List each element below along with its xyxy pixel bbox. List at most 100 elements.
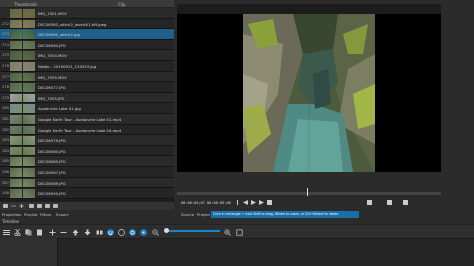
tab-source[interactable]: Source xyxy=(181,212,194,217)
playlist-row[interactable]: 272 DSC06563_stitch2_levels01.tiff.jpeg xyxy=(0,18,174,30)
playlist-row[interactable]: 283 DSC06579.JPG xyxy=(0,135,174,146)
in-thumbnail xyxy=(10,178,22,188)
out-thumbnail xyxy=(23,51,35,60)
view-icons-icon[interactable] xyxy=(53,204,58,208)
zoom-fit-icon[interactable] xyxy=(236,228,243,236)
playlist-menu-icon[interactable] xyxy=(3,204,8,208)
shotcut-window: Thumbnails Clip IMG_7501.MOV 272 DSC06563_… xyxy=(0,0,474,266)
playlist-row[interactable]: 275 IMG_7504.MOV xyxy=(0,50,174,61)
timeline-zoom-slider[interactable] xyxy=(166,230,220,232)
in-thumbnail xyxy=(10,146,22,156)
ripple-all-tracks-icon[interactable] xyxy=(140,228,147,236)
playlist-row[interactable]: IMG_7501.MOV xyxy=(0,8,174,19)
out-thumbnail xyxy=(23,167,35,177)
zoom-out-icon[interactable] xyxy=(152,228,159,236)
in-thumbnail xyxy=(10,114,22,124)
playlist-row[interactable]: 287 DSC06589.JPG xyxy=(0,177,174,189)
clip-name: DSC06590.JPG xyxy=(38,191,66,197)
playlist-row[interactable]: 279 IMG_7505.JPG xyxy=(0,92,174,104)
overwrite-icon[interactable] xyxy=(84,229,91,236)
update-icon[interactable] xyxy=(29,204,34,208)
split-icon[interactable] xyxy=(96,229,103,236)
row-number: 282 xyxy=(2,127,9,132)
row-number: 279 xyxy=(2,95,9,100)
fast-forward-icon[interactable] xyxy=(259,200,264,205)
playlist-row[interactable]: 276 Waldo - 20190911_134533.jpg xyxy=(0,60,174,72)
out-thumbnail xyxy=(23,178,35,188)
video-image xyxy=(243,14,375,172)
ripple-icon[interactable] xyxy=(129,228,136,236)
zoom-in-icon[interactable] xyxy=(224,228,231,236)
viewer-scrubber[interactable] xyxy=(177,188,441,196)
out-thumbnail xyxy=(23,136,35,145)
skip-previous-icon[interactable] xyxy=(237,200,238,205)
playlist-row[interactable]: 286 DSC06587.JPG xyxy=(0,166,174,178)
playlist-row[interactable]: 274 DSC06564.JPG xyxy=(0,39,174,51)
view-tiles-icon[interactable] xyxy=(45,204,50,208)
clip-name: IMG_7505.JPG xyxy=(38,95,65,101)
skip-next-icon[interactable] xyxy=(267,200,272,205)
row-number: 272 xyxy=(2,21,9,26)
playlist-row[interactable]: 277 IMG_7505.MOV xyxy=(0,71,174,83)
row-number: 285 xyxy=(2,159,9,164)
tab-project[interactable]: Project xyxy=(197,212,210,217)
clip-name: IMG_7504.MOV xyxy=(38,53,67,59)
track-headers xyxy=(0,238,58,266)
row-number: 276 xyxy=(2,63,9,68)
out-thumbnail xyxy=(23,19,35,29)
timeline-tracks[interactable] xyxy=(0,238,474,266)
out-thumbnail xyxy=(23,83,35,92)
grid-icon[interactable] xyxy=(403,200,408,205)
in-thumbnail xyxy=(10,61,22,71)
remove-icon[interactable] xyxy=(11,205,16,207)
panel-tabs: Properties Playlist Filters Export xyxy=(0,210,174,218)
current-timecode[interactable]: 00:00:04;07 xyxy=(181,201,205,205)
video-viewer[interactable] xyxy=(177,14,441,172)
tab-properties[interactable]: Properties xyxy=(2,212,21,217)
remove-icon[interactable] xyxy=(60,229,67,236)
scrub-icon[interactable] xyxy=(118,228,125,236)
view-details-icon[interactable] xyxy=(37,204,42,208)
playlist-row[interactable]: 282 Google Earth Tour - Avalanche Lake 04… xyxy=(0,124,174,136)
row-number: 281 xyxy=(2,116,9,121)
clip-name: IMG_7505.MOV xyxy=(38,74,67,80)
out-thumbnail xyxy=(23,125,35,135)
clip-name: DSC06585.JPG xyxy=(38,159,66,165)
out-thumbnail xyxy=(23,30,35,39)
row-number: 288 xyxy=(2,191,9,196)
playhead-marker[interactable] xyxy=(307,188,308,196)
volume-icon[interactable] xyxy=(367,200,372,205)
tab-filters[interactable]: Filters xyxy=(40,212,51,217)
row-number: 278 xyxy=(2,85,9,90)
video-frame xyxy=(243,14,375,172)
playlist-row[interactable]: 273 DSC06560_stitch2.jpg xyxy=(0,29,174,40)
playlist-row[interactable]: 288 DSC06590.JPG xyxy=(0,188,174,199)
rewind-icon[interactable] xyxy=(243,200,248,205)
playlist-row[interactable]: 285 DSC06585.JPG xyxy=(0,156,174,167)
thumbnails-column-header[interactable]: Thumbnails xyxy=(14,2,37,7)
playlist-row[interactable]: 281 Google Earth Tour - Avalanche Lake 01… xyxy=(0,113,174,125)
row-number: 287 xyxy=(2,180,9,185)
clip-column-header[interactable]: Clip xyxy=(118,2,126,7)
clip-name: Waldo - 20190911_134533.jpg xyxy=(38,63,97,69)
playlist-row[interactable]: 280 Avalanche Lake 01.jpg xyxy=(0,103,174,114)
playlist-rows: IMG_7501.MOV 272 DSC06563_stitch2_levels01… xyxy=(0,8,174,199)
out-thumbnail xyxy=(23,72,35,82)
clip-name: DSC06580.JPG xyxy=(38,148,66,154)
copy-icon[interactable] xyxy=(25,229,32,236)
playlist-row[interactable]: 278 DSC06577.JPG xyxy=(0,82,174,93)
play-icon[interactable] xyxy=(251,200,256,205)
tab-playlist[interactable]: Playlist xyxy=(24,212,38,217)
playlist-row[interactable]: 284 DSC06580.JPG xyxy=(0,145,174,157)
append-icon[interactable] xyxy=(49,229,56,236)
snap-magnet-icon[interactable] xyxy=(107,228,114,236)
tab-export[interactable]: Export xyxy=(56,212,68,217)
timeline-zoom-handle[interactable] xyxy=(164,228,169,233)
cut-icon[interactable] xyxy=(14,228,21,236)
menu-icon[interactable] xyxy=(3,229,10,236)
add-icon[interactable] xyxy=(19,204,24,208)
zoom-icon[interactable] xyxy=(387,200,392,205)
in-thumbnail xyxy=(10,125,22,135)
lift-icon[interactable] xyxy=(72,229,79,236)
paste-icon[interactable] xyxy=(36,229,43,236)
